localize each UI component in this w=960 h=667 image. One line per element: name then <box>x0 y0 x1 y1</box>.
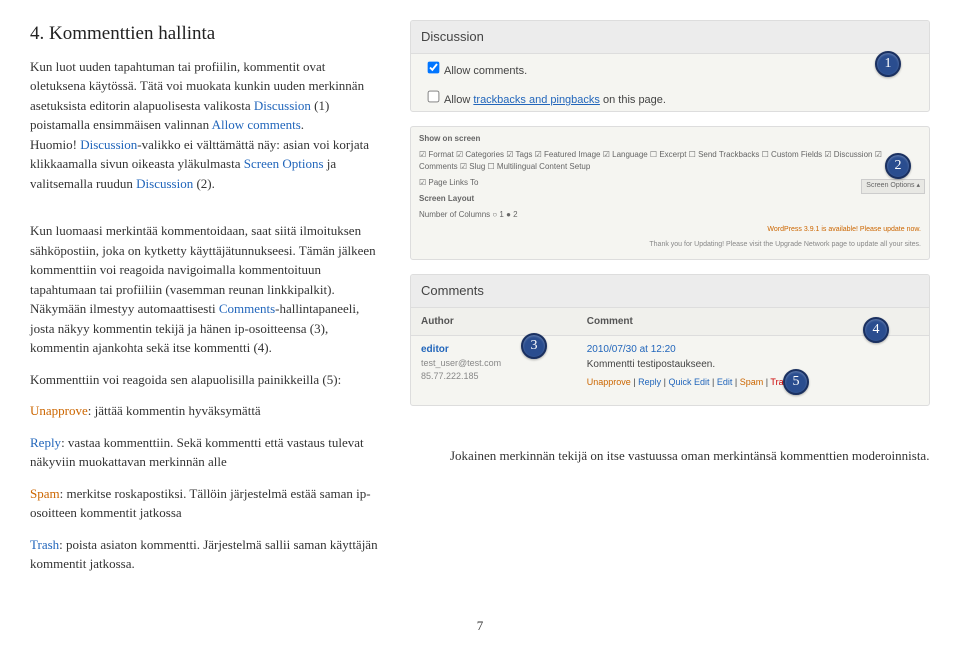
action-spam[interactable]: Spam <box>740 377 764 387</box>
discussion-word-3: Discussion <box>136 176 193 191</box>
reply-label: Reply <box>30 435 61 450</box>
badge-5: 5 <box>783 369 809 395</box>
paragraph-3: Kommenttiin voi reagoida sen alapuolisil… <box>30 370 380 390</box>
trash-line: Trash: poista asiaton kommentti. Järjest… <box>30 535 380 574</box>
badge-1: 1 <box>875 51 901 77</box>
section-heading: 4. Kommenttien hallinta <box>30 20 380 49</box>
discussion-word: Discussion <box>254 98 311 113</box>
screen-options-word: Screen Options <box>244 156 324 171</box>
trash-text: : poista asiaton kommentti. Järjestelmä … <box>30 537 378 572</box>
badge-4: 4 <box>863 317 889 343</box>
author-cell: editor test_user@test.com 85.77.222.185 <box>411 335 577 395</box>
ss2-cols: Number of Columns ○ 1 ● 2 <box>419 209 921 221</box>
unapprove-label: Unapprove <box>30 403 88 418</box>
ss1-row-allow-comments: Allow comments. <box>411 54 929 84</box>
ss2-opts2: ☑ Page Links To <box>419 177 921 189</box>
paragraph-1: Kun luot uuden tapahtuman tai profiilin,… <box>30 57 380 194</box>
ss1-row1-text: Allow comments. <box>444 65 527 77</box>
ss1-title: Discussion <box>411 21 929 54</box>
p1-text-c: . <box>301 117 304 132</box>
action-edit[interactable]: Edit <box>717 377 733 387</box>
trash-label: Trash <box>30 537 59 552</box>
ss2-show-label: Show on screen <box>419 133 921 145</box>
comment-date: 2010/07/30 at 12:20 <box>587 342 919 357</box>
page-number: 7 <box>30 616 930 636</box>
screenshot-discussion-panel: Discussion Allow comments. Allow trackba… <box>410 20 930 112</box>
comment-actions: Unapprove | Reply | Quick Edit | Edit | … <box>587 376 919 390</box>
comment-cell: 2010/07/30 at 12:20 Kommentti testiposta… <box>577 335 929 395</box>
allow-comments-checkbox[interactable] <box>428 61 440 73</box>
p1-text-g: (2). <box>193 176 215 191</box>
reply-text: : vastaa kommenttiin. Sekä kommentti ett… <box>30 435 364 470</box>
author-email: test_user@test.com <box>421 357 567 371</box>
ss1-row2a: Allow <box>444 94 473 106</box>
table-row: editor test_user@test.com 85.77.222.185 … <box>411 335 929 395</box>
comments-table: Author Comment editor test_user@test.com… <box>411 308 929 396</box>
spam-line: Spam: merkitse roskapostiksi. Tällöin jä… <box>30 484 380 523</box>
badge-3: 3 <box>521 333 547 359</box>
comment-text: Kommentti testipostaukseen. <box>587 357 919 372</box>
ss2-wp-update: WordPress 3.9.1 is available! Please upd… <box>419 225 921 236</box>
edit-post-title: 📌Edit Post Add New <box>419 258 921 260</box>
action-reply[interactable]: Reply <box>638 377 661 387</box>
spam-label: Spam <box>30 486 60 501</box>
th-author: Author <box>411 308 577 336</box>
comments-word: Comments <box>219 301 275 316</box>
ss2-thank: Thank you for Updating! Please visit the… <box>419 240 921 251</box>
unapprove-text: : jättää kommentin hyväksymättä <box>88 403 261 418</box>
action-unapprove[interactable]: Unapprove <box>587 377 631 387</box>
huomio-label: Huomio! <box>30 137 77 152</box>
ss1-row-trackbacks: Allow trackbacks and pingbacks on this p… <box>411 83 929 112</box>
table-header-row: Author Comment <box>411 308 929 336</box>
screenshot-screen-options: Show on screen ☑ Format ☑ Categories ☑ T… <box>410 126 930 260</box>
author-ip: 85.77.222.185 <box>421 370 567 384</box>
reply-line: Reply: vastaa kommenttiin. Sekä kommentt… <box>30 433 380 472</box>
allow-trackbacks-checkbox[interactable] <box>428 91 440 103</box>
ss1-row2c: on this page. <box>600 94 666 106</box>
allow-comments-word: Allow comments <box>212 117 301 132</box>
screen-options-toggle[interactable]: Screen Options ▴ <box>861 179 925 194</box>
screenshot-comments-panel: Comments Author Comment editor test_user… <box>410 274 930 406</box>
ss2-opts: ☑ Format ☑ Categories ☑ Tags ☑ Featured … <box>419 149 921 173</box>
ss3-title: Comments <box>411 275 929 308</box>
paragraph-2: Kun luomaasi merkintää kommentoidaan, sa… <box>30 221 380 358</box>
unapprove-line: Unapprove: jättää kommentin hyväksymättä <box>30 401 380 421</box>
ss2-layout-label: Screen Layout <box>419 193 921 205</box>
discussion-word-2: Discussion <box>80 137 137 152</box>
spam-text: : merkitse roskapostiksi. Tällöin järjes… <box>30 486 371 521</box>
right-note: Jokainen merkinnän tekijä on itse vastuu… <box>410 446 930 466</box>
action-quick-edit[interactable]: Quick Edit <box>668 377 709 387</box>
ss1-row2b: trackbacks and pingbacks <box>473 94 600 106</box>
badge-2: 2 <box>885 153 911 179</box>
